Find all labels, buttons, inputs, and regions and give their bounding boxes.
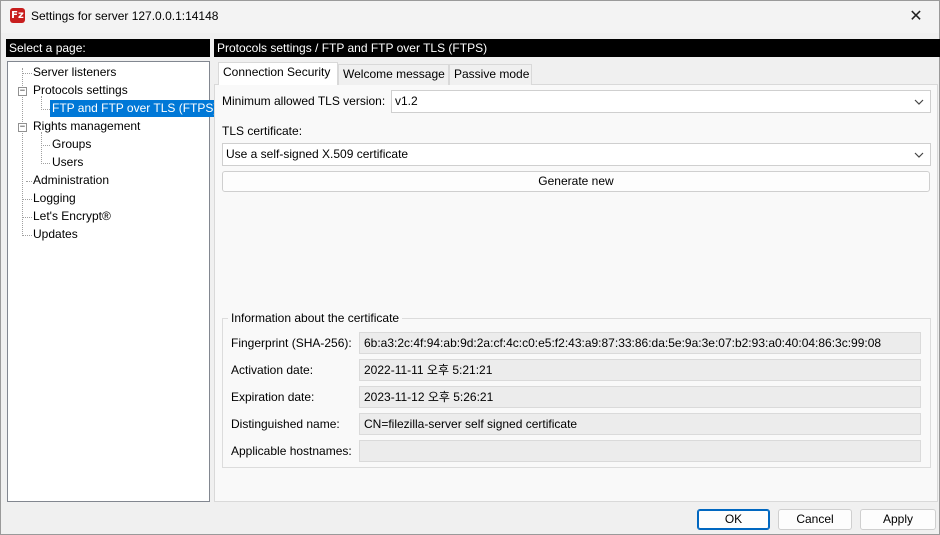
nav-item-lets-encrypt[interactable]: Let's Encrypt® — [31, 208, 113, 225]
tab-connection-security[interactable]: Connection Security — [218, 62, 338, 85]
applicable-hostnames-field[interactable] — [359, 440, 921, 462]
page-title: Protocols settings / FTP and FTP over TL… — [214, 39, 940, 57]
nav-item-server-listeners[interactable]: Server listeners — [31, 64, 118, 81]
nav-item-administration[interactable]: Administration — [31, 172, 111, 189]
nav-item-ftp-ftps[interactable]: FTP and FTP over TLS (FTPS) — [50, 100, 220, 117]
filezilla-icon: Fz — [10, 8, 25, 23]
tree-line — [41, 145, 50, 146]
tls-certificate-select[interactable]: Use a self-signed X.509 certificate — [222, 143, 931, 166]
distinguished-name-field[interactable]: CN=filezilla-server self signed certific… — [359, 413, 921, 435]
distinguished-name-label: Distinguished name: — [231, 417, 340, 431]
expiration-date-field[interactable]: 2023-11-12 오후 5:26:21 — [359, 386, 921, 408]
tls-certificate-value: Use a self-signed X.509 certificate — [226, 147, 409, 161]
tree-line — [41, 132, 42, 164]
min-tls-label: Minimum allowed TLS version: — [222, 94, 386, 108]
fingerprint-field[interactable]: 6b:a3:2c:4f:94:ab:9d:2a:cf:4c:c0:e5:f2:4… — [359, 332, 921, 354]
tab-passive-mode[interactable]: Passive mode — [449, 64, 532, 85]
nav-item-updates[interactable]: Updates — [31, 226, 80, 243]
title-bar[interactable]: Fz Settings for server 127.0.0.1:14148 ✕ — [1, 1, 939, 33]
collapse-rights-icon[interactable]: − — [18, 123, 27, 132]
nav-item-logging[interactable]: Logging — [31, 190, 78, 207]
nav-item-users[interactable]: Users — [50, 154, 85, 171]
certificate-info-title: Information about the certificate — [228, 311, 403, 325]
close-button[interactable]: ✕ — [893, 1, 939, 32]
nav-item-groups[interactable]: Groups — [50, 136, 93, 153]
nav-header: Select a page: — [6, 39, 210, 57]
cancel-button[interactable]: Cancel — [778, 509, 852, 530]
min-tls-value: v1.2 — [395, 94, 418, 108]
activation-date-label: Activation date: — [231, 363, 314, 377]
nav-item-protocols-settings[interactable]: Protocols settings — [31, 82, 130, 99]
ok-button[interactable]: OK — [697, 509, 770, 530]
settings-dialog: Fz Settings for server 127.0.0.1:14148 ✕… — [0, 0, 940, 535]
tree-line — [41, 163, 50, 164]
page-tree[interactable]: − − Server listeners Protocols settings … — [7, 61, 220, 502]
fingerprint-label: Fingerprint (SHA-256): — [231, 336, 352, 350]
nav-item-rights-management[interactable]: Rights management — [31, 118, 142, 135]
min-tls-select[interactable]: v1.2 — [391, 90, 931, 113]
applicable-hostnames-label: Applicable hostnames: — [231, 444, 352, 458]
expiration-date-label: Expiration date: — [231, 390, 315, 404]
collapse-protocols-icon[interactable]: − — [18, 87, 27, 96]
activation-date-field[interactable]: 2022-11-11 오후 5:21:21 — [359, 359, 921, 381]
tls-certificate-label: TLS certificate: — [222, 124, 303, 138]
tree-line — [41, 109, 50, 110]
generate-new-button[interactable]: Generate new — [222, 171, 930, 192]
tab-welcome-message[interactable]: Welcome message — [338, 64, 449, 85]
apply-button[interactable]: Apply — [860, 509, 936, 530]
chevron-down-icon — [913, 144, 925, 165]
window-title: Settings for server 127.0.0.1:14148 — [31, 9, 219, 23]
chevron-down-icon — [913, 91, 925, 112]
